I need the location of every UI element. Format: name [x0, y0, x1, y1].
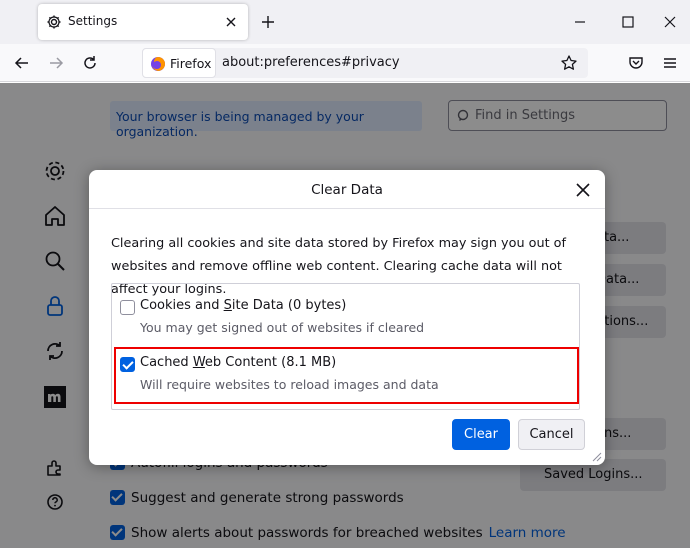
resize-grip-icon[interactable]: [590, 450, 602, 462]
bookmark-star-icon[interactable]: [560, 54, 578, 72]
close-icon[interactable]: [660, 12, 680, 32]
cookies-checkbox[interactable]: [120, 300, 135, 315]
close-icon[interactable]: [573, 180, 593, 200]
minimize-icon[interactable]: [570, 12, 590, 32]
tab-settings[interactable]: Settings: [38, 4, 248, 40]
cancel-button[interactable]: Cancel: [518, 419, 585, 450]
forward-arrow-icon[interactable]: [46, 53, 66, 73]
option-label: Cookies and Site Data (0 bytes): [140, 298, 347, 313]
highlight-box: [114, 347, 579, 404]
gear-icon: [47, 15, 61, 29]
plus-icon[interactable]: [258, 12, 278, 32]
clear-button[interactable]: Clear: [452, 419, 510, 450]
reload-icon[interactable]: [80, 53, 100, 73]
url-text[interactable]: about:preferences#privacy: [222, 55, 400, 70]
clear-data-dialog: Clear Data Clearing all cookies and site…: [89, 170, 605, 465]
close-icon[interactable]: [222, 13, 240, 31]
navigation-toolbar: Firefox about:preferences#privacy: [0, 44, 690, 82]
divider: [89, 208, 605, 209]
dialog-title: Clear Data: [311, 182, 383, 198]
firefox-logo-icon: [151, 57, 165, 71]
option-description: You may get signed out of websites if cl…: [140, 320, 425, 335]
identity-label: Firefox: [170, 56, 212, 71]
maximize-icon[interactable]: [618, 12, 638, 32]
tab-strip: Settings: [0, 0, 690, 44]
url-bar[interactable]: Firefox about:preferences#privacy: [142, 48, 588, 78]
tab-title: Settings: [68, 14, 118, 28]
site-identity[interactable]: Firefox: [142, 48, 216, 78]
back-arrow-icon[interactable]: [12, 53, 32, 73]
menu-icon[interactable]: [660, 53, 680, 73]
pocket-icon[interactable]: [626, 53, 646, 73]
